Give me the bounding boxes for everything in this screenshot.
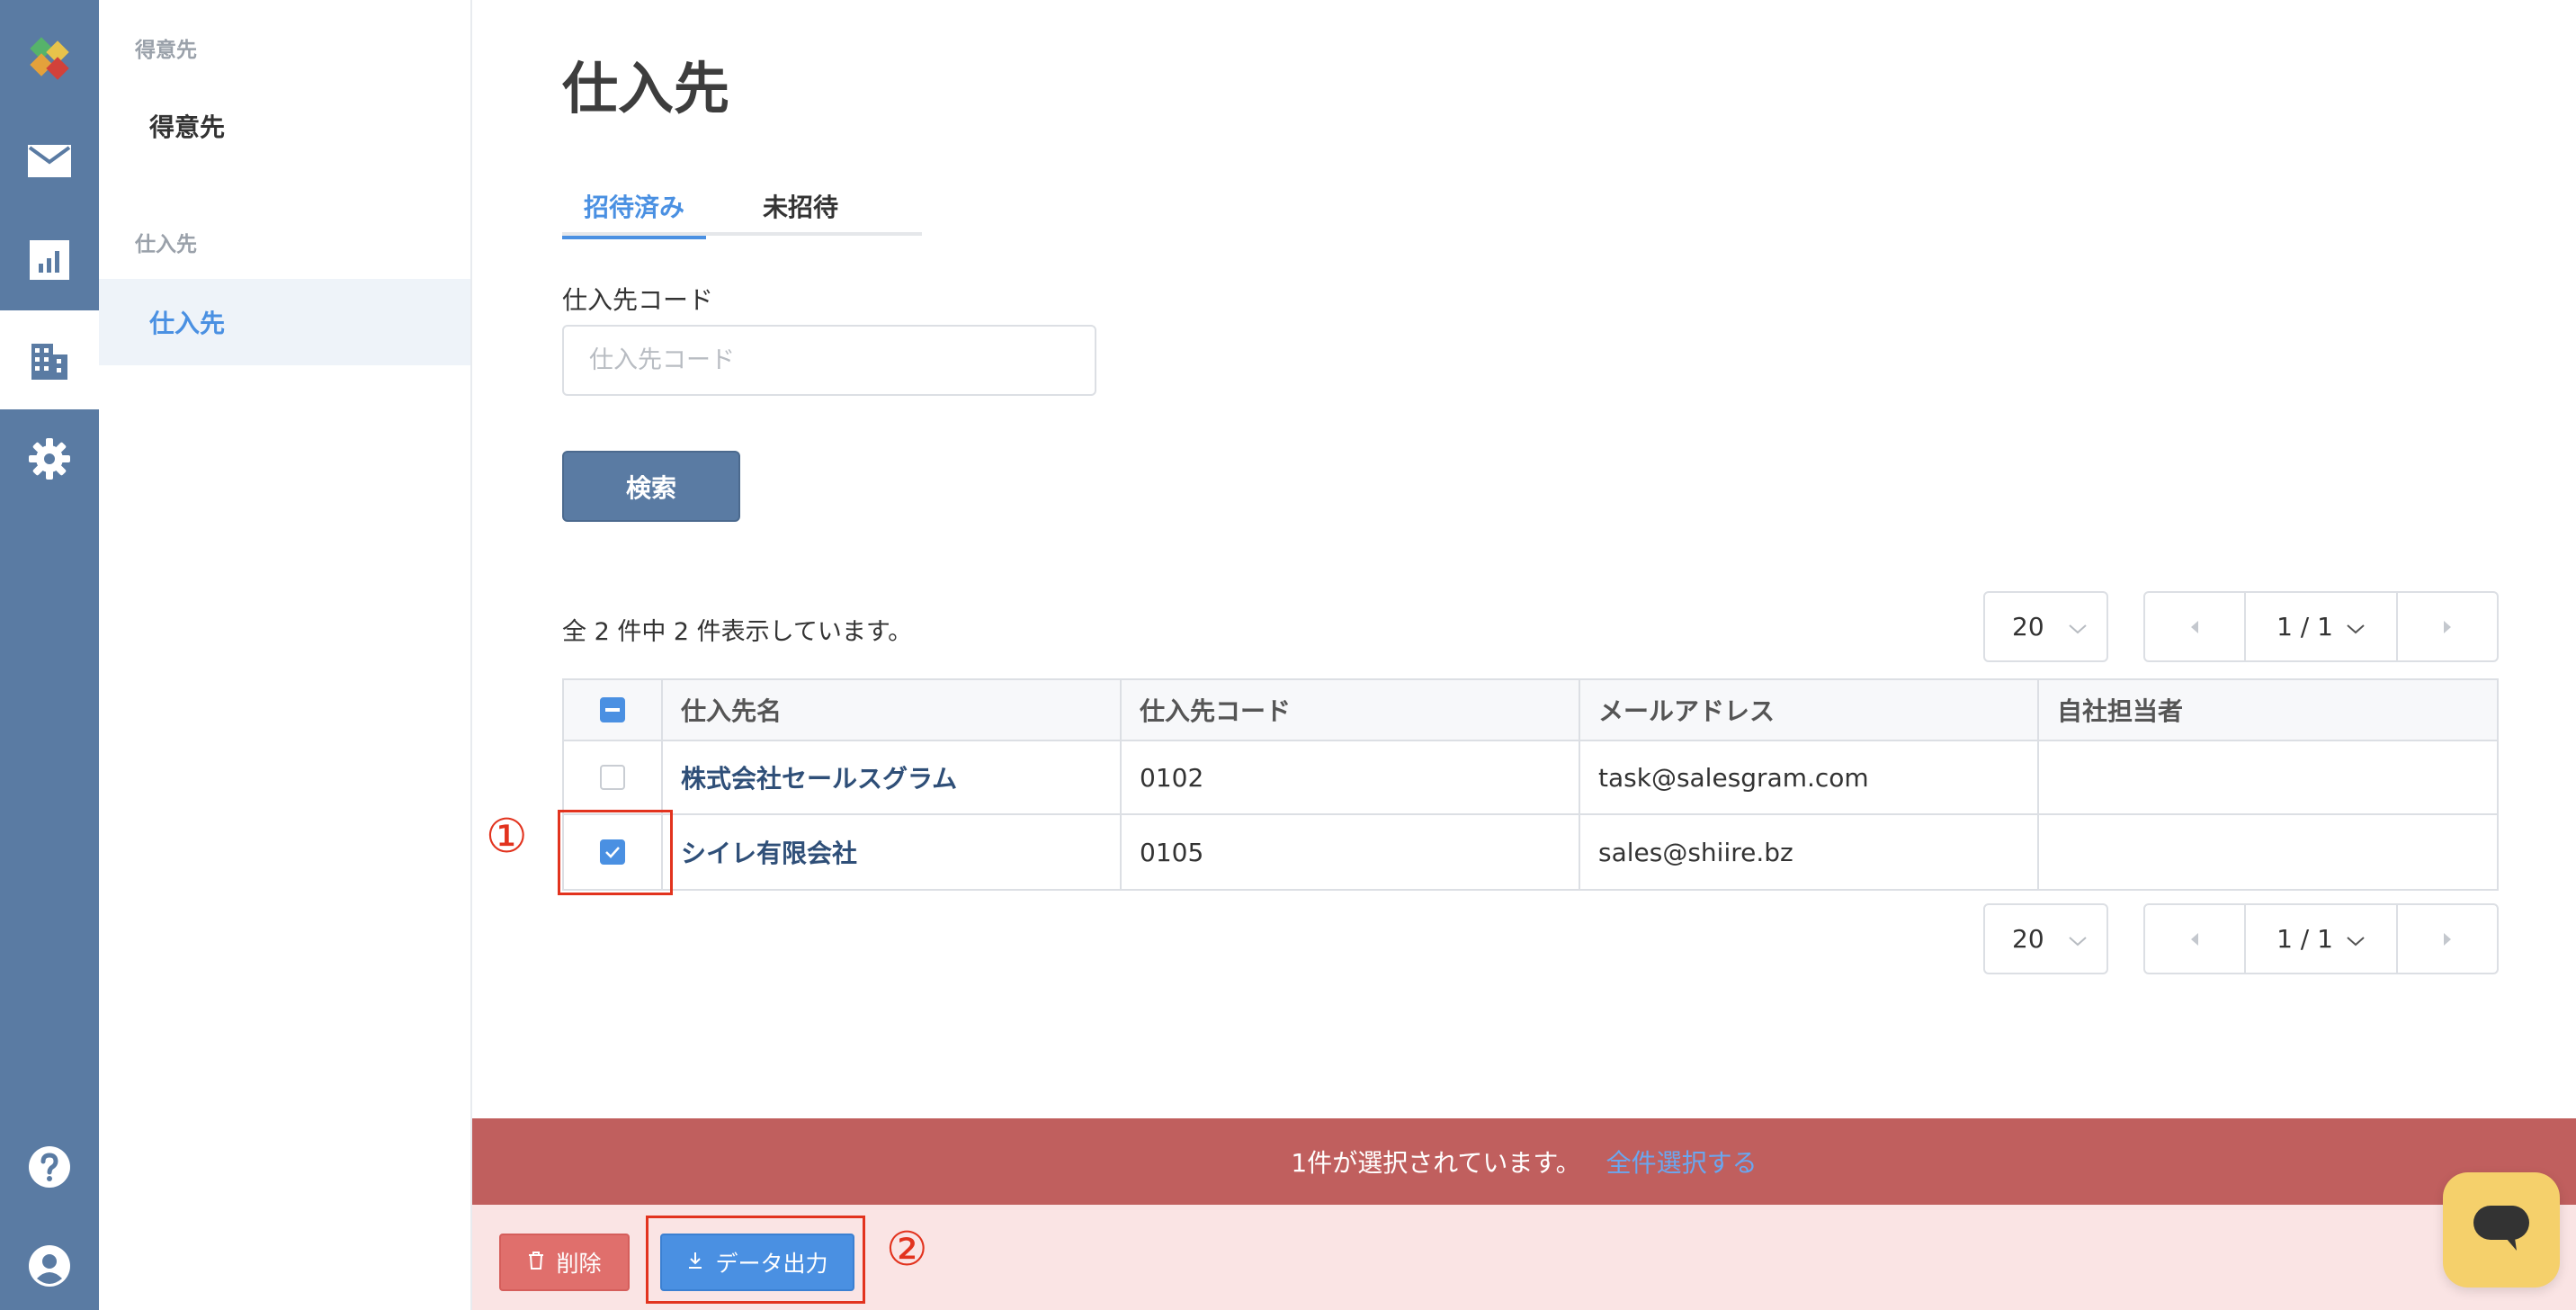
page-navigation: 1 / 1 <box>2143 591 2499 662</box>
chat-icon <box>2472 1202 2531 1258</box>
account-icon[interactable] <box>0 1216 99 1310</box>
help-icon[interactable] <box>0 1117 99 1216</box>
row-checkbox[interactable] <box>600 765 625 790</box>
page-navigation: 1 / 1 <box>2143 903 2499 974</box>
tab-bar: 招待済み 未招待 <box>562 176 922 239</box>
pager-top: 20 1 / 1 <box>1983 591 2499 662</box>
table-header-row: 仕入先名 仕入先コード メールアドレス 自社担当者 <box>564 680 2497 741</box>
supplier-code-cell: 0105 <box>1122 815 1580 889</box>
column-header-name[interactable]: 仕入先名 <box>663 680 1122 740</box>
supplier-code-cell: 0102 <box>1122 741 1580 813</box>
pager-bottom: 20 1 / 1 <box>1983 903 2499 974</box>
page-title: 仕入先 <box>562 56 730 121</box>
main-content: 仕入先 招待済み 未招待 仕入先コード 検索 全 2 件中 2 件表示しています… <box>472 0 2576 1310</box>
chevron-down-icon <box>2068 612 2088 642</box>
search-button[interactable]: 検索 <box>562 451 740 522</box>
mail-icon[interactable] <box>0 112 99 211</box>
table-row: シイレ有限会社 0105 sales@shiire.bz <box>564 815 2497 889</box>
trash-icon <box>527 1250 545 1276</box>
callout-step-2: ② <box>886 1223 928 1277</box>
per-page-value: 20 <box>2012 612 2044 642</box>
page-indicator: 1 / 1 <box>2276 612 2333 642</box>
sub-navigation: 得意先 得意先 仕入先 仕入先 <box>99 0 472 1310</box>
page-select[interactable]: 1 / 1 <box>2244 905 2398 973</box>
tab-invited[interactable]: 招待済み <box>562 176 706 239</box>
select-all-link[interactable]: 全件選択する <box>1606 1144 1758 1180</box>
chevron-down-icon <box>2346 924 2366 954</box>
supplier-email-cell: task@salesgram.com <box>1580 741 2039 813</box>
callout-highlight-2 <box>646 1216 865 1304</box>
select-all-checkbox[interactable] <box>600 697 625 722</box>
chevron-down-icon <box>2068 924 2088 954</box>
column-header-owner[interactable]: 自社担当者 <box>2039 680 2497 740</box>
supplier-code-input[interactable] <box>562 325 1096 396</box>
supplier-name-cell: 株式会社セールスグラム <box>663 741 1122 813</box>
supplier-owner-cell <box>2039 815 2497 889</box>
page-select[interactable]: 1 / 1 <box>2244 593 2398 660</box>
action-bar: 削除 データ出力 ② <box>472 1205 2576 1310</box>
selection-bar: 1件が選択されています。 全件選択する <box>472 1118 2576 1205</box>
delete-button[interactable]: 削除 <box>499 1234 630 1291</box>
next-page-button[interactable] <box>2398 593 2497 660</box>
supplier-owner-cell <box>2039 741 2497 813</box>
page-indicator: 1 / 1 <box>2276 924 2333 954</box>
chat-widget-button[interactable] <box>2443 1172 2560 1288</box>
selection-count-text: 1件が選択されています。 <box>1291 1148 1581 1178</box>
chevron-down-icon <box>2346 612 2366 642</box>
chart-icon[interactable] <box>0 211 99 310</box>
callout-step-1: ① <box>486 810 528 864</box>
gear-icon[interactable] <box>0 409 99 508</box>
supplier-name-link[interactable]: 株式会社セールスグラム <box>681 759 957 795</box>
per-page-select[interactable]: 20 <box>1983 903 2108 974</box>
delete-label: 削除 <box>556 1251 602 1277</box>
tab-not-invited[interactable]: 未招待 <box>729 176 872 236</box>
table-row: 株式会社セールスグラム 0102 task@salesgram.com <box>564 741 2497 815</box>
prev-page-button[interactable] <box>2145 905 2244 973</box>
next-page-button[interactable] <box>2398 905 2497 973</box>
subnav-heading-customers: 得意先 <box>135 39 197 62</box>
icon-rail <box>0 0 99 1310</box>
per-page-value: 20 <box>2012 924 2044 954</box>
header-select-cell <box>564 680 663 740</box>
subnav-heading-suppliers: 仕入先 <box>135 233 197 256</box>
callout-highlight-1 <box>558 810 673 895</box>
subnav-item-suppliers[interactable]: 仕入先 <box>99 279 470 365</box>
logo-icon[interactable] <box>0 7 99 106</box>
supplier-name-link[interactable]: シイレ有限会社 <box>681 834 857 870</box>
supplier-email-cell: sales@shiire.bz <box>1580 815 2039 889</box>
column-header-code[interactable]: 仕入先コード <box>1122 680 1580 740</box>
subnav-item-customers[interactable]: 得意先 <box>99 83 470 169</box>
supplier-name-cell: シイレ有限会社 <box>663 815 1122 889</box>
building-icon[interactable] <box>0 310 99 409</box>
supplier-table: 仕入先名 仕入先コード メールアドレス 自社担当者 株式会社セールスグラム 01… <box>562 678 2499 891</box>
per-page-select[interactable]: 20 <box>1983 591 2108 662</box>
supplier-code-label: 仕入先コード <box>562 285 714 315</box>
prev-page-button[interactable] <box>2145 593 2244 660</box>
row-select-cell <box>564 741 663 813</box>
column-header-email[interactable]: メールアドレス <box>1580 680 2039 740</box>
result-count: 全 2 件中 2 件表示しています。 <box>562 618 913 646</box>
